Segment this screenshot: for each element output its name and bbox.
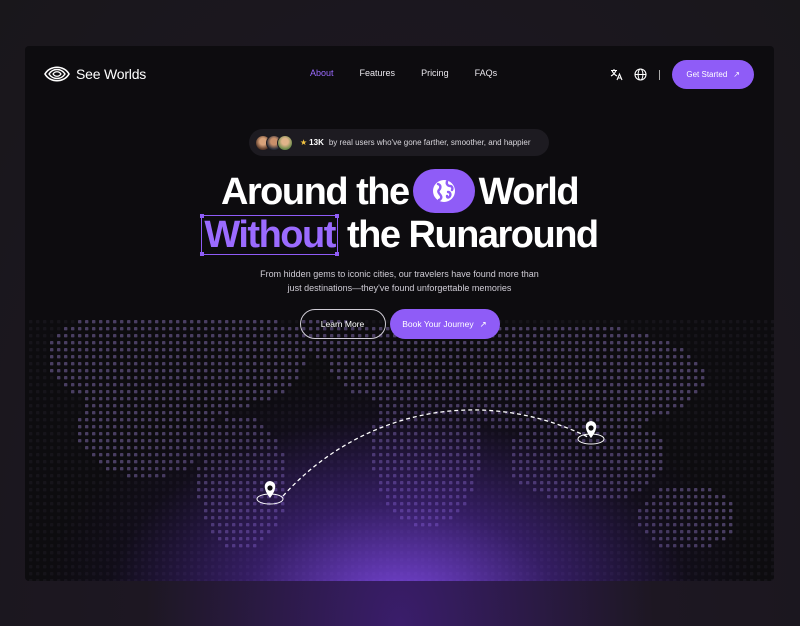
user-avatars (255, 134, 293, 151)
book-journey-button[interactable]: Book Your Journey ↗ (389, 309, 500, 339)
highlighted-word: Without (200, 214, 339, 256)
top-navigation: See Worlds About Features Pricing FAQs G… (25, 46, 774, 104)
headline-text-rest: the Runaround (346, 214, 599, 256)
arrow-up-right-icon: ↗ (733, 70, 740, 79)
arrow-up-right-icon: ↗ (479, 318, 487, 329)
avatar (277, 134, 293, 151)
globe-icon[interactable] (633, 68, 647, 82)
brand-name: See Worlds (76, 66, 147, 82)
nav-actions: Get Started ↗ (609, 60, 754, 89)
headline-text-b: World (478, 171, 580, 213)
get-started-label: Get Started (686, 70, 728, 79)
main-menu: About Features Pricing FAQs (310, 68, 497, 78)
badge-text: by real users who've gone farther, smoot… (328, 138, 531, 147)
page-background: See Worlds About Features Pricing FAQs G… (0, 0, 800, 626)
brand-logo[interactable]: See Worlds (44, 64, 146, 84)
hero-cta-group: Learn More Book Your Journey ↗ (25, 309, 774, 339)
translate-icon[interactable] (609, 68, 623, 82)
rating-count: ★ 13K (300, 138, 324, 147)
world-dot-map (29, 320, 774, 581)
nav-about[interactable]: About (310, 68, 334, 78)
nav-divider (659, 69, 661, 80)
nav-faqs[interactable]: FAQs (475, 68, 498, 78)
website-frame: See Worlds About Features Pricing FAQs G… (25, 46, 774, 581)
globe-pill (412, 168, 475, 213)
get-started-button[interactable]: Get Started ↗ (672, 60, 754, 89)
learn-more-button[interactable]: Learn More (299, 309, 386, 339)
headline-line-2: Without the Runaround (25, 213, 774, 257)
nav-pricing[interactable]: Pricing (421, 68, 449, 78)
eye-logo-icon (44, 66, 70, 82)
headline-line-1: Around the World (25, 168, 774, 216)
social-proof-badge: ★ 13K by real users who've gone farther,… (249, 129, 549, 156)
hero-subtext: From hidden gems to iconic cities, our t… (260, 269, 539, 293)
star-icon: ★ (300, 138, 308, 147)
nav-features[interactable]: Features (360, 68, 396, 78)
globe-icon (432, 179, 455, 202)
headline-text-a: Around the (220, 171, 410, 213)
